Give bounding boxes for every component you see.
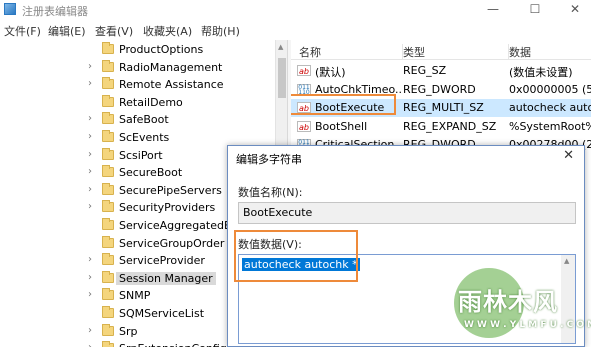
value-type-cell: REG_SZ (403, 64, 447, 77)
dialog-title: 编辑多字符串 (236, 153, 302, 166)
tree-item-label: RetailDemo (119, 95, 183, 109)
value-type-cell: REG_EXPAND_SZ (403, 119, 497, 133)
regedit-app-icon (4, 3, 16, 15)
scrollbar-thumb[interactable] (278, 58, 286, 98)
chevron-right-icon[interactable]: › (88, 342, 92, 347)
menu-view[interactable]: 查看(V) (95, 23, 133, 39)
tree-item-label: SQMServiceList (119, 307, 205, 320)
tree-item-label: ScEvents (119, 131, 170, 144)
value-data-cell: 0x00000005 (5 (509, 82, 591, 96)
chevron-right-icon[interactable]: › (88, 113, 92, 124)
close-button[interactable]: ✕ (560, 0, 590, 18)
chevron-right-icon[interactable]: › (88, 201, 92, 212)
list-header: 名称 类型 数据 (291, 40, 591, 60)
watermark-logo: 雨林木风 W W W . Y L M F U . C O M (454, 266, 591, 347)
column-header-type[interactable]: 类型 (403, 44, 509, 60)
value-name-label: 数值名称(N): (238, 186, 303, 199)
tree-item-label: SNMP (119, 289, 151, 303)
value-name-cell: (默认) (315, 66, 346, 79)
chevron-right-icon[interactable]: › (88, 289, 92, 300)
folder-icon (102, 270, 114, 283)
chevron-right-icon[interactable]: › (88, 61, 92, 72)
folder-icon (102, 165, 114, 178)
value-name-cell: BootShell (315, 119, 368, 133)
tree-item-label: Srp (119, 324, 138, 338)
folder-icon (102, 323, 114, 336)
tree-item-label: ProductOptions (119, 43, 204, 56)
folder-icon (102, 147, 114, 160)
chevron-right-icon[interactable]: › (88, 254, 92, 265)
watermark-url: W W W . Y L M F U . C O M (464, 320, 591, 330)
menu-favorites[interactable]: 收藏夹(A) (143, 23, 192, 39)
folder-icon (102, 253, 114, 266)
folder-icon (102, 235, 114, 248)
folder-icon (102, 182, 114, 195)
bootexecute-highlight-box (291, 94, 396, 115)
tree-item-label: Remote Assistance (119, 78, 224, 92)
value-name-field[interactable]: BootExecute (238, 202, 576, 224)
value-row[interactable]: ab (默认) REG_SZ (数值未设置) (291, 62, 591, 80)
tree-item[interactable]: ProductOptions (0, 42, 280, 59)
folder-icon (102, 218, 114, 230)
tree-item-label: SecurePipeServers (119, 183, 222, 197)
watermark-text: 雨林木风 (458, 288, 558, 316)
folder-icon (102, 200, 114, 213)
tree-item-label: SrpExtensionConfig (119, 342, 227, 347)
dialog-close-icon[interactable]: ✕ (563, 148, 574, 163)
chevron-right-icon[interactable]: › (88, 184, 92, 195)
value-data-cell: %SystemRoot% (509, 119, 591, 133)
tree-item-label: Session Manager (116, 271, 216, 285)
value-data-cell: autocheck auto (509, 101, 591, 114)
chevron-right-icon[interactable]: › (88, 166, 92, 177)
column-header-data[interactable]: 数据 (509, 44, 591, 60)
scroll-up-arrow-icon[interactable]: ▲ (564, 257, 569, 265)
tree-item-label: ScsiPort (119, 148, 163, 162)
chevron-right-icon[interactable]: › (88, 272, 92, 283)
window-title: 注册表编辑器 (22, 5, 88, 18)
maximize-button[interactable]: ☐ (520, 0, 550, 18)
value-type-cell: REG_MULTI_SZ (403, 101, 484, 114)
title-bar: 注册表编辑器 — ☐ ✕ (0, 0, 591, 20)
menu-file[interactable]: 文件(F) (4, 23, 41, 39)
tree-item-label: ServiceGroupOrder (119, 236, 225, 250)
value-data-cell: (数值未设置) (509, 66, 573, 79)
chevron-right-icon[interactable]: › (88, 78, 92, 89)
folder-icon (102, 59, 114, 72)
tree-item[interactable]: › RadioManagement (0, 59, 280, 77)
value-row[interactable]: ab BootShell REG_EXPAND_SZ %SystemRoot% (291, 118, 591, 136)
folder-icon (102, 341, 114, 347)
minimize-button[interactable]: — (478, 0, 508, 18)
value-type-cell: REG_DWORD (403, 82, 476, 96)
tree-item[interactable]: › SafeBoot (0, 112, 280, 129)
menu-edit[interactable]: 编辑(E) (48, 23, 86, 39)
tree-item-label: ServiceProvider (119, 254, 205, 268)
folder-icon (102, 130, 114, 142)
chevron-right-icon[interactable]: › (88, 325, 92, 336)
column-header-name[interactable]: 名称 (299, 44, 403, 60)
folder-icon (102, 77, 114, 90)
string-value-icon: ab (297, 65, 311, 76)
tree-item-label: SafeBoot (119, 113, 169, 127)
tree-item-label: SecurityProviders (119, 201, 216, 215)
folder-icon (102, 288, 114, 301)
tree-item-label: RadioManagement (119, 60, 223, 74)
string-value-icon: ab (297, 120, 311, 132)
value-data-highlight-box (234, 230, 358, 282)
tree-item[interactable]: › Remote Assistance (0, 77, 280, 94)
chevron-right-icon[interactable]: › (88, 131, 92, 142)
chevron-right-icon[interactable]: › (88, 149, 92, 160)
folder-icon (102, 94, 114, 107)
folder-icon (102, 112, 114, 125)
folder-icon (102, 42, 114, 54)
menu-bar: 文件(F) 编辑(E) 查看(V) 收藏夹(A) 帮助(H) (0, 20, 591, 40)
scroll-up-arrow-icon[interactable]: ▲ (278, 43, 283, 51)
tree-item-label: SecureBoot (119, 166, 183, 180)
tree-item[interactable]: RetailDemo (0, 94, 280, 112)
tree-item-label: ServiceAggregatedEv (119, 219, 238, 232)
binary-value-icon: 011 110 (297, 83, 311, 96)
menu-help[interactable]: 帮助(H) (201, 23, 240, 39)
folder-icon (102, 306, 114, 318)
